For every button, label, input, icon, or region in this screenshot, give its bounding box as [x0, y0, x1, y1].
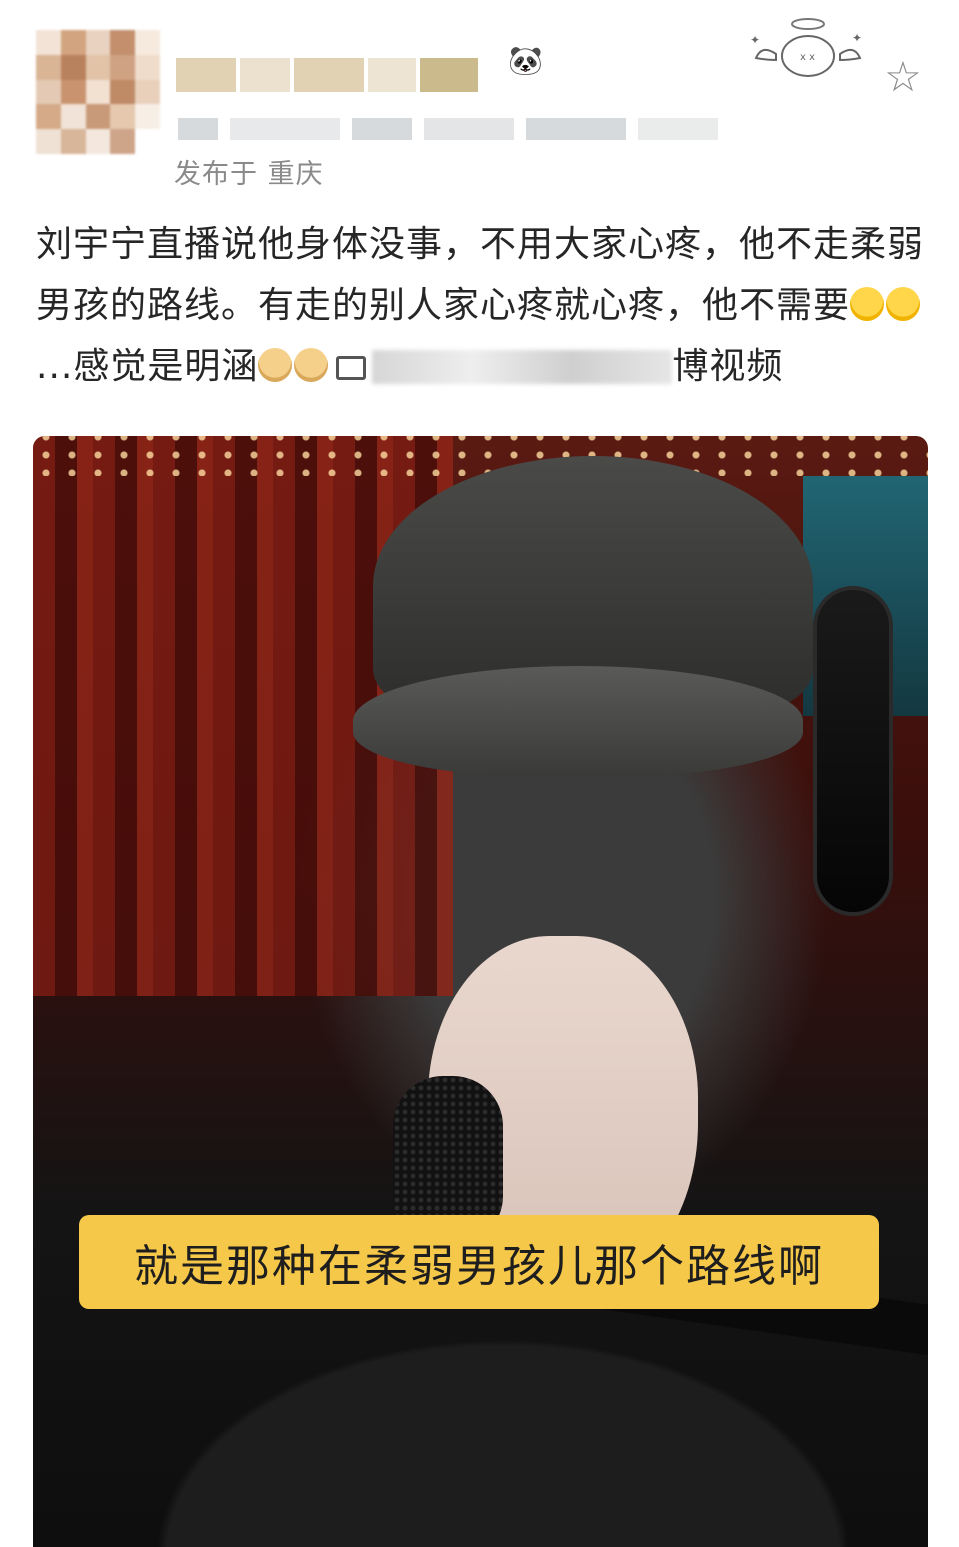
laugh-cry-emoji-icon [886, 287, 921, 321]
post-location: 发布于 重庆 [174, 159, 324, 190]
angel-sticker-icon: x x ✦ ✦ [750, 18, 862, 77]
laugh-cry-emoji-icon [850, 287, 885, 321]
cap-brim [353, 666, 803, 776]
username-redacted[interactable] [176, 52, 506, 98]
post-text-after-link[interactable]: 博视频 [672, 346, 783, 387]
doge-emoji-icon [294, 348, 329, 382]
string-lights [33, 436, 928, 476]
svg-text:x x: x x [800, 52, 815, 63]
video-link-redacted[interactable] [372, 350, 673, 384]
post-header: 🐼 发布于 重庆 x x ✦ ✦ ☆ [0, 0, 959, 200]
meta-redacted [178, 118, 768, 144]
video-caption: 就是那种在柔弱男孩儿那个路线啊 [79, 1215, 879, 1309]
post-body: 刘宇宁直播说他身体没事，不用大家心疼，他不走柔弱男孩的路线。有走的别人家心疼就心… [36, 214, 926, 397]
avatar[interactable] [36, 30, 160, 154]
panda-badge-icon: 🐼 [508, 44, 543, 77]
avatar-mosaic [36, 30, 160, 154]
video-link-icon[interactable] [336, 356, 367, 380]
post-text-main: 刘宇宁直播说他身体没事，不用大家心疼，他不走柔弱男孩的路线。有走的别人家心疼就心… [36, 224, 925, 326]
post-text-tail: ...感觉是明涵 [36, 346, 259, 387]
svg-text:✦: ✦ [852, 31, 862, 45]
doge-emoji-icon [258, 348, 293, 382]
video-thumbnail[interactable]: 就是那种在柔弱男孩儿那个路线啊 [33, 436, 928, 1547]
svg-text:✦: ✦ [750, 33, 760, 47]
headphone-icon [813, 586, 893, 916]
star-icon[interactable]: ☆ [878, 52, 928, 102]
